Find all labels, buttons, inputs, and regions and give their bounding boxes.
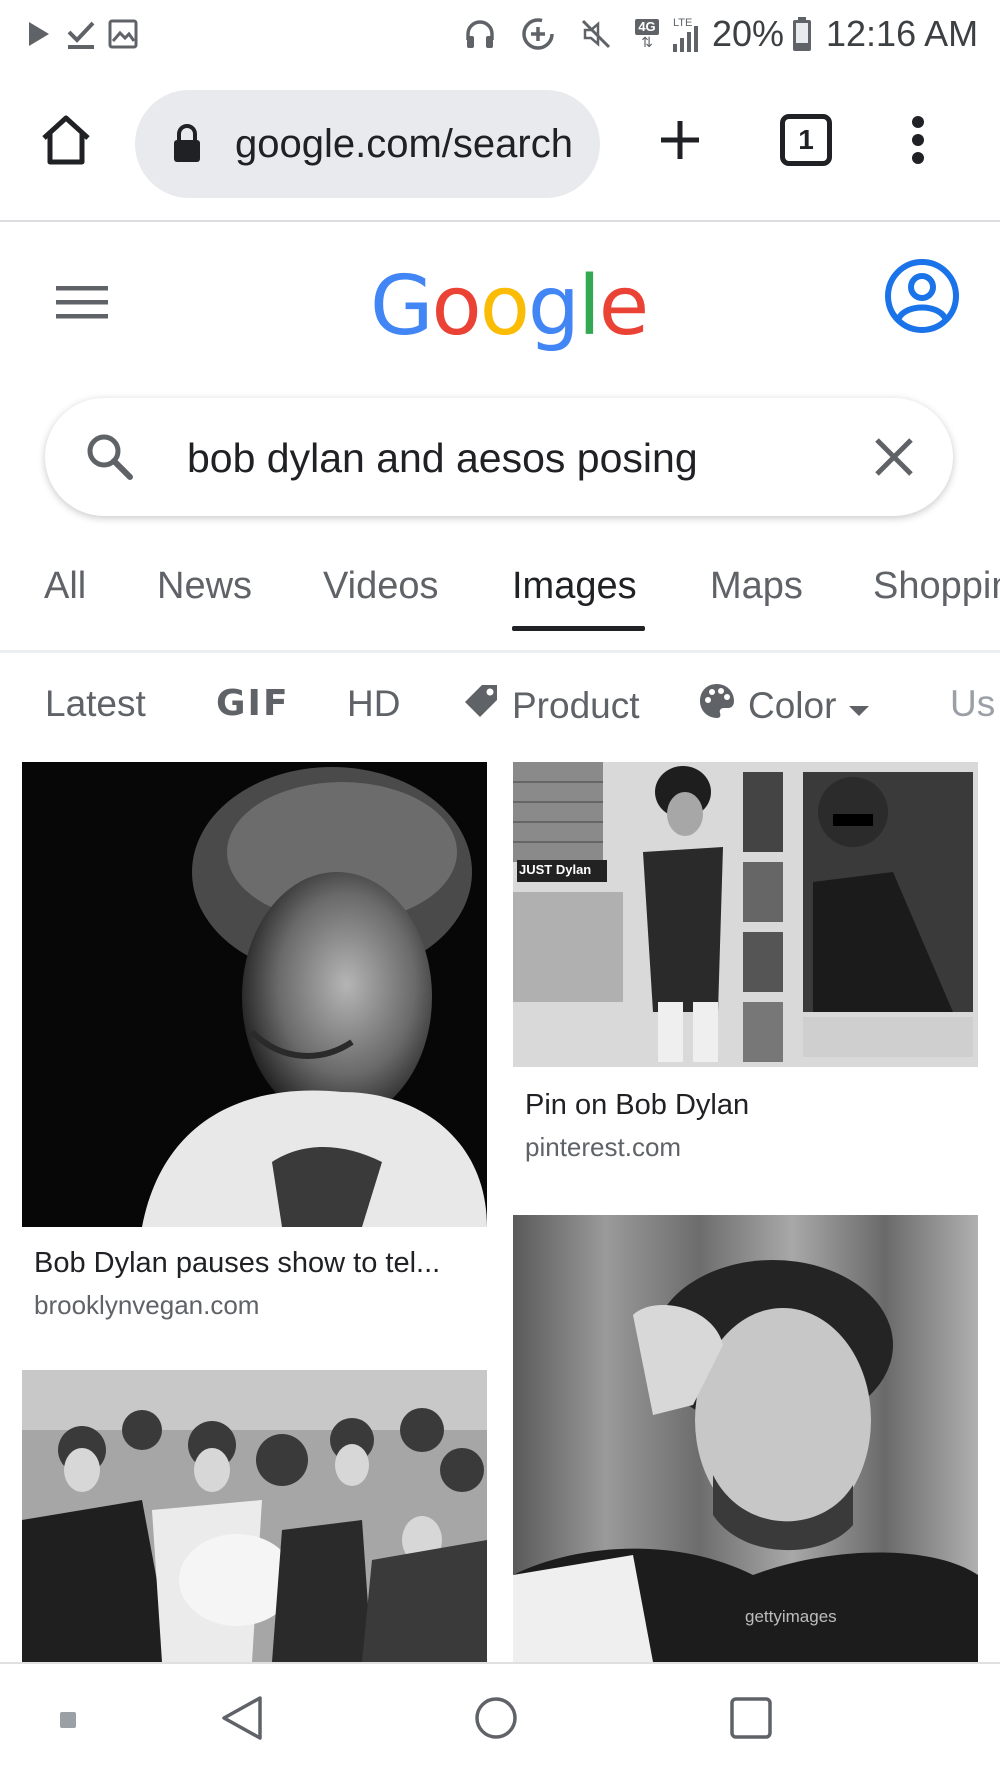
search-tabs: All News Videos Images Maps Shopping [0,540,1000,653]
result-image[interactable]: JUST Dylan [513,762,978,1067]
active-tab-indicator [512,626,645,631]
tab-switcher-button[interactable]: 1 [780,114,832,166]
logo-letter: o [431,259,482,354]
filter-chips: Latest GIF HD Product Color Us [0,660,1000,750]
logo-letter: o [479,259,530,354]
battery-icon [790,14,814,54]
4g-label: 4G [635,19,659,35]
tab-videos[interactable]: Videos [323,564,439,608]
chip-gif-label: GIF [216,683,290,724]
overview-square-icon[interactable] [730,1697,772,1744]
logo-letter: e [598,259,649,354]
search-input[interactable]: bob dylan and aesos posing [187,436,698,480]
lte-signal-icon: LTE [668,14,706,54]
recents-dot-icon[interactable] [60,1712,76,1728]
tab-images[interactable]: Images [512,564,637,608]
chip-latest-label: Latest [45,683,146,724]
play-icon [24,14,54,54]
logo-letter: G [370,259,434,354]
result-source[interactable]: pinterest.com [525,1132,681,1162]
download-done-icon [64,14,98,54]
chip-hd-label: HD [347,683,401,724]
chip-hd[interactable]: HD [347,682,400,726]
chip-usage-rights[interactable]: Us [950,682,995,726]
new-tab-icon[interactable] [652,112,708,168]
chip-product[interactable]: Product [462,682,640,730]
tag-icon [462,682,500,730]
clock: 12:16 AM [826,13,979,54]
search-box[interactable]: bob dylan and aesos posing [45,398,953,516]
image-result[interactable]: Bob Dylan pauses show to tel... brooklyn… [22,762,487,1327]
palette-icon [698,682,736,730]
caret-down-icon [848,684,870,728]
tab-all[interactable]: All [44,564,86,608]
logo-letter: l [577,259,601,354]
system-nav-bar [0,1662,1000,1780]
result-image[interactable] [22,762,487,1227]
chip-color-label: Color [748,685,837,726]
chip-gif[interactable]: GIF [216,682,290,726]
chip-product-label: Product [512,685,640,726]
image-watermark: gettyimages [745,1607,837,1626]
home-icon[interactable] [36,110,96,170]
tab-news[interactable]: News [157,564,252,608]
back-icon[interactable] [220,1694,264,1747]
4g-icon: 4G ⇅ [630,14,664,54]
home-circle-icon[interactable] [474,1696,518,1745]
image-icon [106,14,140,54]
magazine-header-text: JUST Dylan [519,862,592,877]
chip-color[interactable]: Color [698,682,870,730]
hamburger-menu-icon[interactable] [56,284,108,327]
battery-percent: 20% [712,13,785,54]
url-text: google.com/search [235,122,573,166]
chip-usage-label: Us [950,683,996,724]
svg-text:LTE: LTE [673,17,692,29]
headphones-icon [462,14,498,54]
google-logo[interactable]: Google [370,259,649,354]
logo-letter: g [527,259,580,354]
chip-latest[interactable]: Latest [45,682,146,726]
result-title[interactable]: Bob Dylan pauses show to tel... [34,1246,440,1280]
account-avatar-icon[interactable] [884,258,960,339]
image-result[interactable]: JUST Dylan Pin on Bob Dylan pinterest.co… [513,762,978,1162]
image-result[interactable] [22,1370,487,1662]
browser-toolbar: google.com/search 1 [0,70,1000,222]
result-title[interactable]: Pin on Bob Dylan [525,1088,749,1122]
result-source[interactable]: brooklynvegan.com [34,1290,259,1320]
lock-icon [171,124,203,169]
address-bar[interactable]: google.com/search [135,90,600,198]
image-result[interactable]: gettyimages [513,1215,978,1662]
search-icon [85,432,135,487]
mute-icon [578,14,614,54]
status-bar: 4G ⇅ LTE 20% 12:16 AM [0,0,1000,70]
tab-maps[interactable]: Maps [710,564,803,608]
result-image[interactable]: gettyimages [513,1215,978,1662]
overflow-menu-icon[interactable] [898,108,938,172]
clear-search-icon[interactable] [873,436,915,483]
tab-shopping[interactable]: Shopping [873,564,1000,608]
data-saver-icon [518,14,558,54]
google-header: Google [0,222,1000,382]
result-image[interactable] [22,1370,487,1662]
